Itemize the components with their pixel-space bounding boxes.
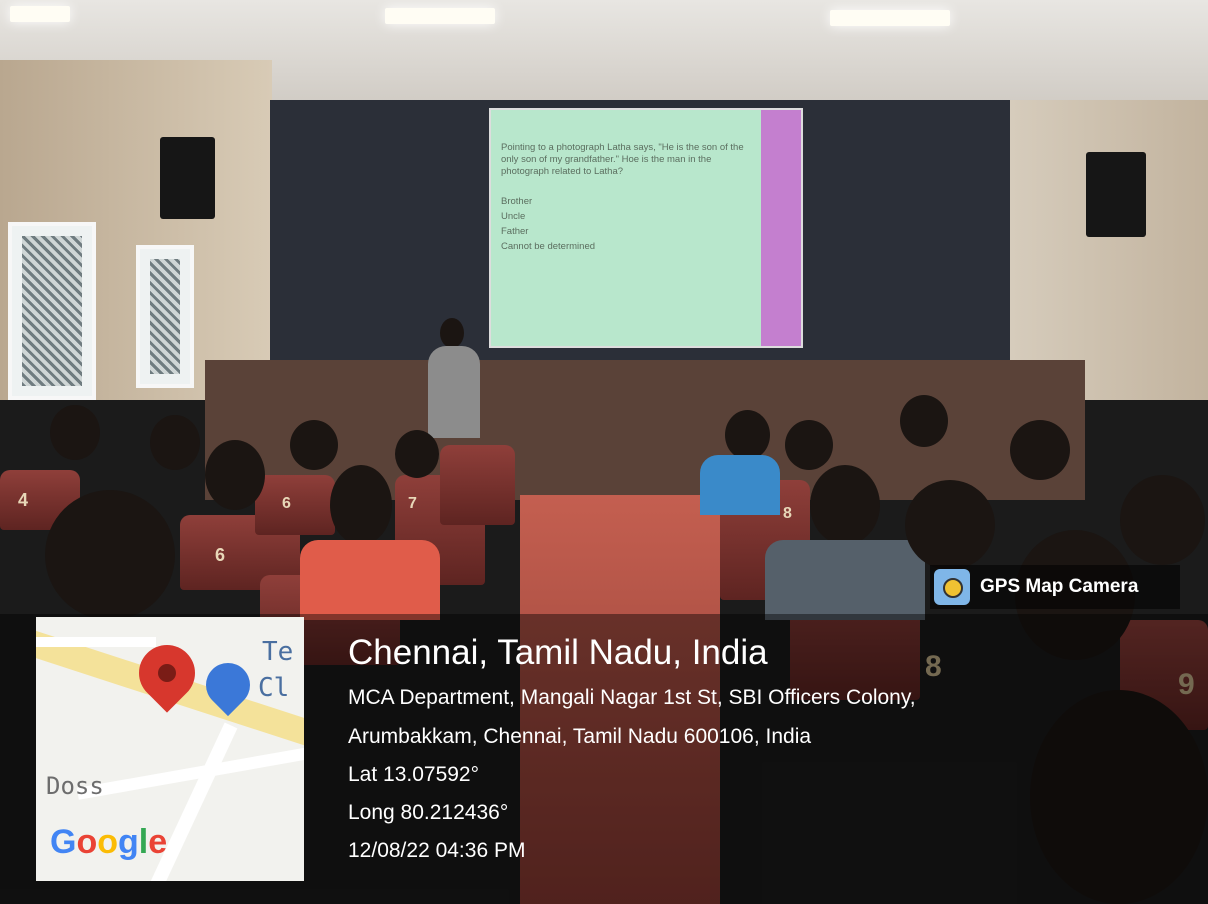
right-wall	[1010, 100, 1208, 400]
audience-head	[1120, 475, 1205, 565]
audience-head	[1010, 420, 1070, 480]
google-letter: o	[97, 823, 119, 861]
audience-head	[150, 415, 200, 470]
slide-option: Father	[501, 226, 529, 237]
slide-content: Pointing to a photograph Latha says, "He…	[501, 142, 751, 253]
audience-head	[205, 440, 265, 510]
map-label: Te	[262, 637, 294, 667]
audience-shirt	[765, 540, 925, 620]
google-letter: g	[118, 823, 139, 861]
window	[136, 245, 194, 388]
map-road	[36, 637, 156, 647]
speaker	[1086, 152, 1146, 237]
timestamp: 12/08/22 04:36 PM	[348, 839, 526, 862]
latitude: Lat 13.07592°	[348, 763, 480, 786]
projection-screen: Pointing to a photograph Latha says, "He…	[489, 108, 803, 348]
presenter	[424, 318, 484, 438]
gps-map-camera-badge: GPS Map Camera	[930, 565, 1180, 609]
audience-head	[810, 465, 880, 545]
slide-question: Pointing to a photograph Latha says, "He…	[501, 142, 744, 177]
speaker	[160, 137, 215, 219]
address-line-1: MCA Department, Mangali Nagar 1st St, SB…	[348, 686, 916, 709]
gps-badge-label: GPS Map Camera	[980, 576, 1139, 597]
audience-head	[905, 480, 995, 570]
seat-number: 6	[215, 545, 226, 565]
ceiling-light	[10, 6, 70, 22]
seat-number: 8	[783, 505, 792, 522]
audience-head	[290, 420, 338, 470]
presenter-head	[440, 318, 464, 348]
google-letter: o	[76, 823, 98, 861]
seat	[440, 445, 515, 525]
audience-head	[900, 395, 948, 447]
audience-head	[395, 430, 439, 478]
google-letter: G	[50, 823, 77, 861]
location-title: Chennai, Tamil Nadu, India	[348, 633, 768, 672]
slide-option: Uncle	[501, 211, 526, 222]
map-label: Doss	[46, 772, 104, 800]
seat-number: 6	[282, 495, 291, 512]
seat	[255, 475, 335, 535]
presenter-body	[428, 346, 480, 438]
gps-camera-icon	[934, 569, 970, 605]
slide-option: Brother	[501, 196, 533, 207]
seat-number: 7	[408, 495, 417, 512]
audience-head	[725, 410, 770, 460]
mini-map: Te Cl Doss Google	[36, 617, 304, 881]
audience-shirt	[700, 455, 780, 515]
slide-option: Cannot be determined	[501, 241, 596, 252]
audience-head	[785, 420, 833, 470]
google-logo: Google	[50, 823, 167, 862]
audience-head	[45, 490, 175, 620]
ceiling-light	[830, 10, 950, 26]
map-road	[76, 746, 304, 800]
audience-shirt	[300, 540, 440, 620]
slide-accent-bar	[761, 110, 801, 346]
longitude: Long 80.212436°	[348, 801, 509, 824]
google-letter: e	[148, 823, 168, 861]
seat-number: 4	[18, 490, 29, 510]
audience-head	[50, 405, 100, 460]
audience-head	[330, 465, 392, 545]
map-label: Cl	[258, 673, 290, 703]
address-line-2: Arumbakkam, Chennai, Tamil Nadu 600106, …	[348, 725, 812, 748]
seminar-hall-photo: Pointing to a photograph Latha says, "He…	[0, 0, 1208, 904]
ceiling-light	[385, 8, 495, 24]
google-letter: l	[138, 823, 149, 861]
window	[8, 222, 96, 400]
